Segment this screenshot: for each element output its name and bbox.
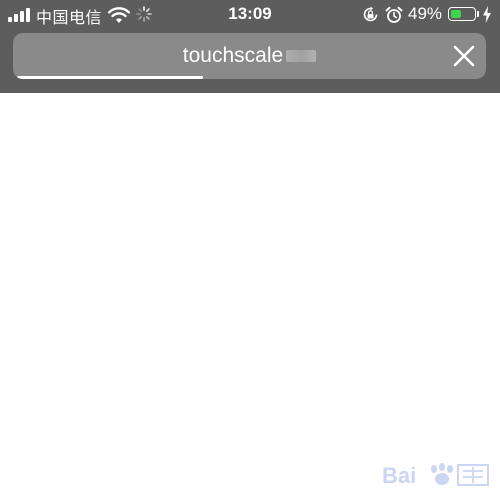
svg-text:Bai: Bai — [382, 463, 416, 488]
page-load-progress — [17, 76, 482, 79]
charging-icon — [483, 6, 491, 23]
rotation-lock-icon — [363, 6, 378, 22]
close-icon[interactable] — [452, 44, 476, 68]
address-bar[interactable]: touchscale — [13, 33, 486, 79]
alarm-icon — [385, 6, 403, 23]
address-bar-title: touchscale — [13, 44, 446, 68]
browser-screen: 中国电信 13:09 49% touchscale Bai — [0, 0, 500, 499]
page-load-progress-fill — [17, 76, 203, 79]
battery-level-fill — [450, 9, 462, 18]
battery-icon — [448, 7, 476, 21]
battery-percentage: 49% — [408, 4, 443, 23]
status-bar: 中国电信 13:09 49% — [0, 0, 500, 30]
obscured-title-tail — [286, 50, 317, 63]
battery-cap — [477, 11, 479, 17]
watermark-logo: Bai — [382, 463, 489, 488]
page-title-text: touchscale — [182, 44, 284, 67]
browser-top-bar: 中国电信 13:09 49% touchscale — [0, 0, 500, 93]
